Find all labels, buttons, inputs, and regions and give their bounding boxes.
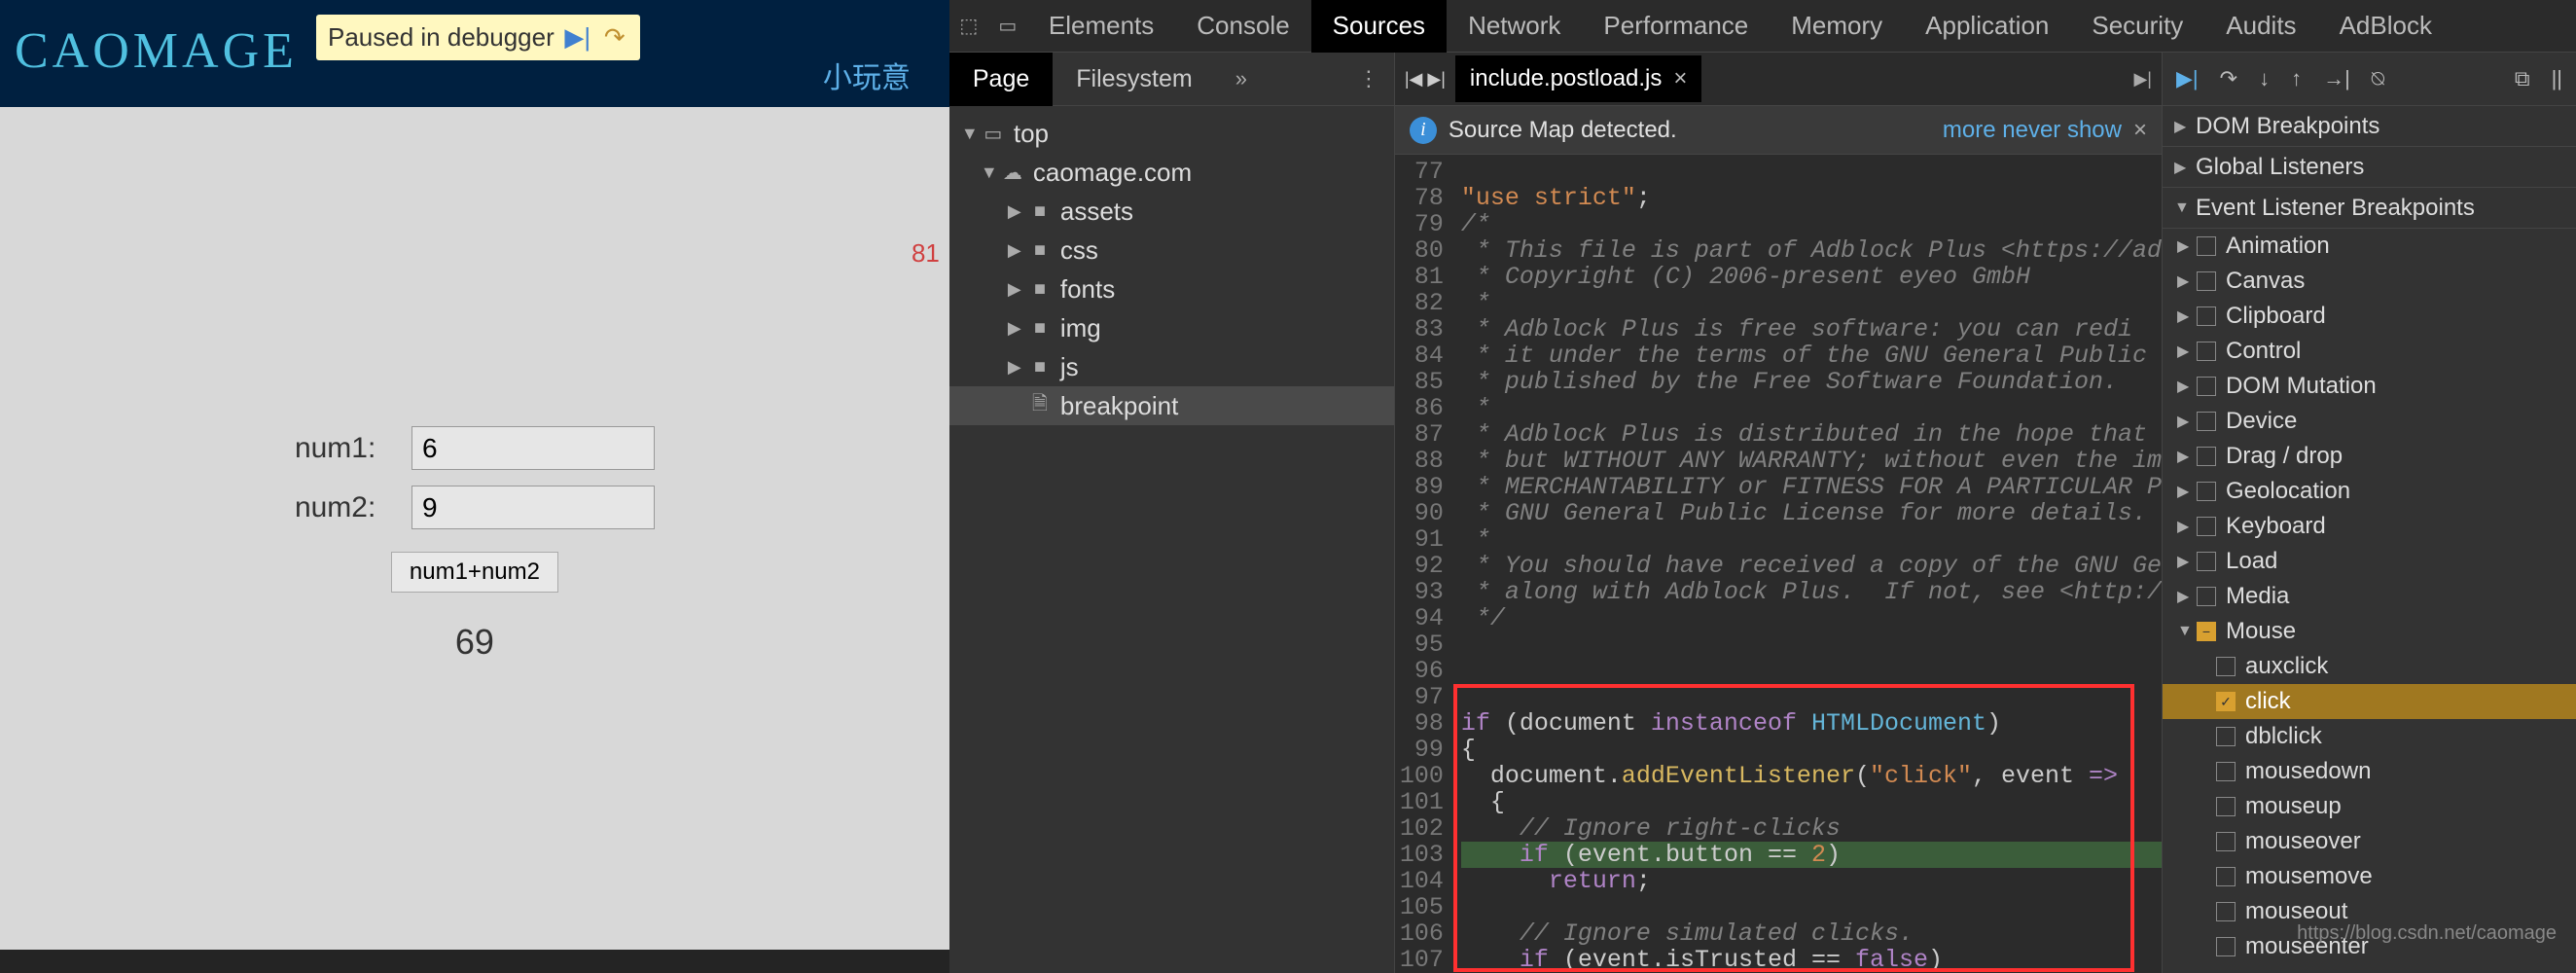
sub-tab-filesystem[interactable]: Filesystem	[1053, 53, 1215, 106]
tab-memory[interactable]: Memory	[1770, 0, 1904, 53]
ev-cat-device[interactable]: ▶Device	[2163, 404, 2576, 439]
debugger-paused-badge: Paused in debugger ▶| ↷	[316, 15, 640, 60]
inspect-element-icon[interactable]: ⬚	[949, 14, 988, 38]
ev-cat-animation[interactable]: ▶Animation	[2163, 229, 2576, 264]
resume-button-icon[interactable]: ▶|	[2176, 66, 2199, 91]
webpage-panel: CAOMAGE Paused in debugger ▶| ↷ 小玩意 81 n…	[0, 0, 949, 950]
num2-label: num2:	[295, 491, 411, 524]
tab-elements[interactable]: Elements	[1027, 0, 1175, 53]
section-dom-breakpoints[interactable]: ▶DOM Breakpoints	[2163, 106, 2576, 147]
ev-cat-canvas[interactable]: ▶Canvas	[2163, 264, 2576, 299]
ev-item-click[interactable]: ✓click	[2163, 684, 2576, 719]
debugger-sidebar: ▶| ↷ ↓ ↑ →| ⍉ ⧉ || ▶DOM Breakpoints ▶Glo…	[2163, 53, 2576, 973]
ev-item-mousemove[interactable]: mousemove	[2163, 859, 2576, 894]
resume-icon[interactable]: ▶|	[564, 26, 591, 50]
tree-folder-assets[interactable]: ▶■assets	[949, 192, 1394, 231]
calculate-button[interactable]: num1+num2	[391, 552, 558, 593]
run-snippet-icon[interactable]: ▶|	[2133, 69, 2152, 90]
tree-folder-js[interactable]: ▶■js	[949, 347, 1394, 386]
ev-cat-dom-mutation[interactable]: ▶DOM Mutation	[2163, 369, 2576, 404]
step-over-button-icon[interactable]: ↷	[2220, 66, 2237, 91]
tab-application[interactable]: Application	[1904, 0, 2070, 53]
pause-exceptions-icon[interactable]: ||	[2552, 66, 2562, 91]
infobar-text: Source Map detected.	[1449, 117, 1677, 144]
deactivate-bp-icon[interactable]: ⍉	[2372, 66, 2384, 91]
tab-performance[interactable]: Performance	[1582, 0, 1770, 53]
ev-cat-clipboard[interactable]: ▶Clipboard	[2163, 299, 2576, 334]
file-tab-active[interactable]: include.postload.js ×	[1455, 55, 1701, 102]
debugger-label: Paused in debugger	[328, 22, 555, 53]
tree-domain[interactable]: ▼☁caomage.com	[949, 153, 1394, 192]
section-event-listener-breakpoints[interactable]: ▼Event Listener Breakpoints	[2163, 188, 2576, 229]
ev-cat-mouse[interactable]: ▼−Mouse	[2163, 614, 2576, 649]
ev-cat-control[interactable]: ▶Control	[2163, 334, 2576, 369]
tree-folder-img[interactable]: ▶■img	[949, 308, 1394, 347]
tab-security[interactable]: Security	[2070, 0, 2204, 53]
tree-file-breakpoint[interactable]: 🗎breakpoint	[949, 386, 1394, 425]
editor-column: |◀ ▶| include.postload.js × ▶| i Source …	[1395, 53, 2163, 973]
num1-input[interactable]	[411, 426, 655, 470]
tab-audits[interactable]: Audits	[2204, 0, 2317, 53]
ev-item-mouseup[interactable]: mouseup	[2163, 789, 2576, 824]
ev-item-mouseover[interactable]: mouseover	[2163, 824, 2576, 859]
red-number: 81	[912, 238, 940, 269]
num1-label: num1:	[295, 432, 411, 465]
navigator-menu-icon[interactable]: ⋮	[1358, 66, 1379, 91]
sources-navigator: Page Filesystem » ⋮ ▼▭top ▼☁caomage.com …	[949, 53, 1395, 973]
step-button-icon[interactable]: →|	[2323, 66, 2350, 91]
site-logo[interactable]: CAOMAGE	[15, 22, 298, 80]
tab-sources[interactable]: Sources	[1311, 0, 1447, 53]
ev-item-dblclick[interactable]: dblclick	[2163, 719, 2576, 754]
devtools-tabstrip: ⬚ ▭ Elements Console Sources Network Per…	[949, 0, 2576, 53]
watermark: https://blog.csdn.net/caomage	[2297, 922, 2557, 945]
sourcemap-infobar: i Source Map detected. more never show ×	[1395, 106, 2162, 155]
step-into-button-icon[interactable]: ↓	[2259, 66, 2270, 91]
file-list-icon[interactable]: |◀ ▶|	[1405, 69, 1446, 90]
info-icon: i	[1410, 117, 1437, 144]
nav-link[interactable]: 小玩意	[823, 54, 911, 96]
ev-cat-geolocation[interactable]: ▶Geolocation	[2163, 474, 2576, 509]
tree-folder-css[interactable]: ▶■css	[949, 231, 1394, 270]
tree-folder-fonts[interactable]: ▶■fonts	[949, 270, 1394, 308]
section-global-listeners[interactable]: ▶Global Listeners	[2163, 147, 2576, 188]
tab-adblock[interactable]: AdBlock	[2318, 0, 2453, 53]
more-tabs-icon[interactable]: »	[1235, 66, 1247, 91]
sub-tab-page[interactable]: Page	[949, 53, 1053, 106]
infobar-close-icon[interactable]: ×	[2133, 117, 2147, 144]
close-tab-icon[interactable]: ×	[1673, 65, 1687, 92]
code-editor[interactable]: 7778798081828384858687888990919293949596…	[1395, 155, 2162, 973]
step-out-button-icon[interactable]: ↑	[2291, 66, 2302, 91]
devtools-panel: ⬚ ▭ Elements Console Sources Network Per…	[949, 0, 2576, 950]
ev-cat-load[interactable]: ▶Load	[2163, 544, 2576, 579]
app-body: 81 num1: num2: num1+num2 69	[0, 107, 949, 950]
ev-item-auxclick[interactable]: auxclick	[2163, 649, 2576, 684]
ev-cat-media[interactable]: ▶Media	[2163, 579, 2576, 614]
file-tree: ▼▭top ▼☁caomage.com ▶■assets ▶■css ▶■fon…	[949, 106, 1394, 433]
ev-item-mousedown[interactable]: mousedown	[2163, 754, 2576, 789]
num2-input[interactable]	[411, 486, 655, 529]
step-over-icon[interactable]: ↷	[601, 26, 628, 50]
tab-console[interactable]: Console	[1175, 0, 1310, 53]
infobar-more-link[interactable]: more never show	[1943, 117, 2122, 144]
debugger-toolbar: ▶| ↷ ↓ ↑ →| ⍉ ⧉ ||	[2163, 53, 2576, 106]
ev-cat-drag-drop[interactable]: ▶Drag / drop	[2163, 439, 2576, 474]
result-value: 69	[455, 622, 494, 663]
ev-cat-keyboard[interactable]: ▶Keyboard	[2163, 509, 2576, 544]
device-toolbar-icon[interactable]: ▭	[988, 14, 1027, 38]
async-icon[interactable]: ⧉	[2515, 66, 2530, 91]
tab-network[interactable]: Network	[1447, 0, 1582, 53]
tree-top[interactable]: ▼▭top	[949, 114, 1394, 153]
